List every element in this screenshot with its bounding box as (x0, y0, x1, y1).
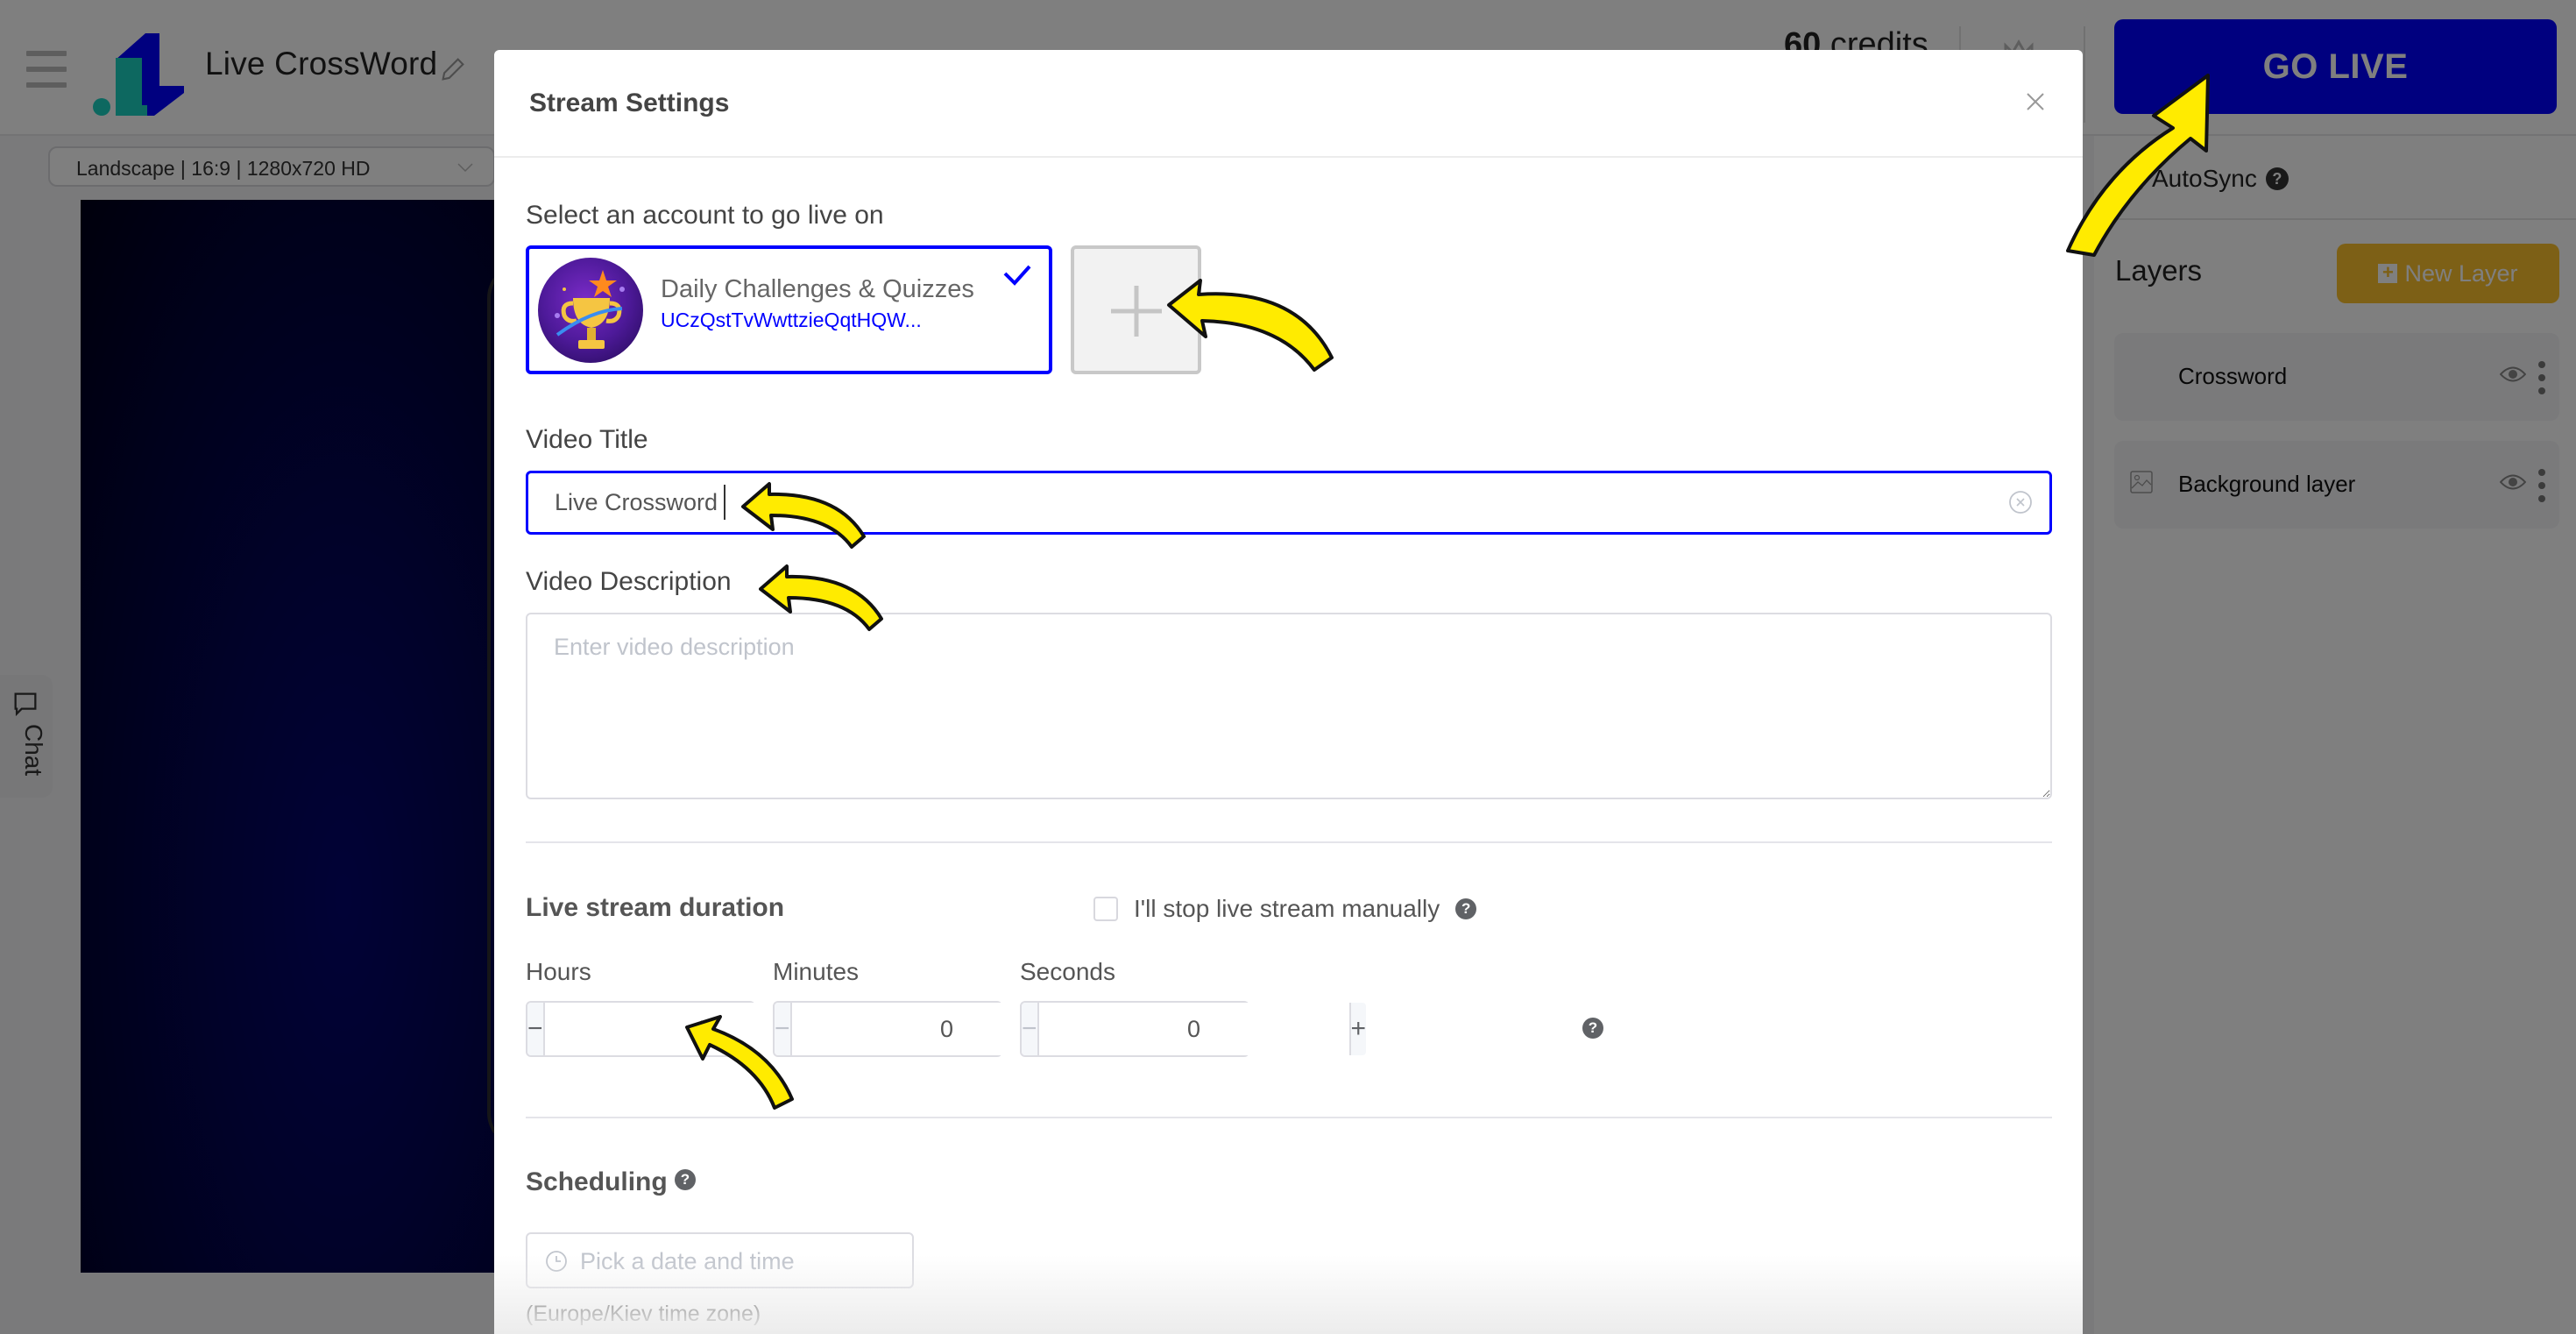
account-name: Daily Challenges & Quizzes (661, 275, 974, 303)
help-icon[interactable]: ? (675, 1169, 696, 1190)
seconds-increment-button[interactable]: + (1348, 1003, 1367, 1055)
manual-stop-checkbox[interactable]: I'll stop live stream manually ? (1093, 895, 1477, 923)
annotation-arrow-icon (741, 482, 866, 549)
seconds-stepper: − + (1020, 1001, 1367, 1057)
divider (526, 1117, 2052, 1118)
video-description-label: Video Description (526, 567, 732, 596)
video-description-input[interactable] (526, 613, 2052, 799)
account-channel-id: UCzQstTvWwttzieQqtHQW... (661, 309, 922, 331)
seconds-input[interactable] (1038, 1003, 1349, 1055)
help-icon[interactable]: ? (1455, 898, 1477, 919)
help-icon[interactable]: ? (1582, 1018, 1603, 1039)
divider (526, 841, 2052, 843)
clock-icon (546, 1251, 567, 1272)
text-caret (724, 485, 725, 520)
seconds-decrement-button[interactable]: − (1022, 1003, 1039, 1055)
timezone-note: (Europe/Kiev time zone) (526, 1302, 761, 1326)
clear-icon[interactable] (2008, 490, 2033, 514)
account-avatar (538, 258, 643, 363)
hours-label: Hours (526, 958, 591, 985)
annotation-arrow-icon (1167, 279, 1334, 372)
manual-stop-label: I'll stop live stream manually (1134, 895, 1440, 922)
stream-settings-dialog: Stream Settings Select an account to go … (494, 50, 2083, 1334)
account-card-selected[interactable]: Daily Challenges & Quizzes UCzQstTvWwttz… (526, 245, 1052, 374)
divider (494, 156, 2083, 158)
date-time-placeholder: Pick a date and time (580, 1248, 795, 1274)
seconds-label: Seconds (1020, 958, 1115, 985)
checkmark-icon (1003, 265, 1031, 286)
scheduling-title: Scheduling (526, 1167, 668, 1196)
annotation-arrow-icon (2066, 74, 2210, 257)
plus-icon (1111, 286, 1162, 337)
duration-title: Live stream duration (526, 893, 785, 922)
dialog-title: Stream Settings (529, 89, 730, 117)
video-title-label: Video Title (526, 425, 648, 454)
close-icon[interactable] (2022, 89, 2049, 115)
date-time-picker[interactable]: Pick a date and time (526, 1232, 914, 1288)
account-section-label: Select an account to go live on (526, 201, 884, 230)
annotation-arrow-icon (685, 1015, 794, 1110)
hours-decrement-button[interactable]: − (527, 1003, 545, 1055)
annotation-arrow-icon (759, 564, 883, 631)
minutes-stepper: − + (773, 1001, 1120, 1057)
minutes-label: Minutes (773, 958, 860, 985)
checkbox[interactable] (1093, 897, 1118, 921)
trophy-icon (555, 270, 625, 349)
